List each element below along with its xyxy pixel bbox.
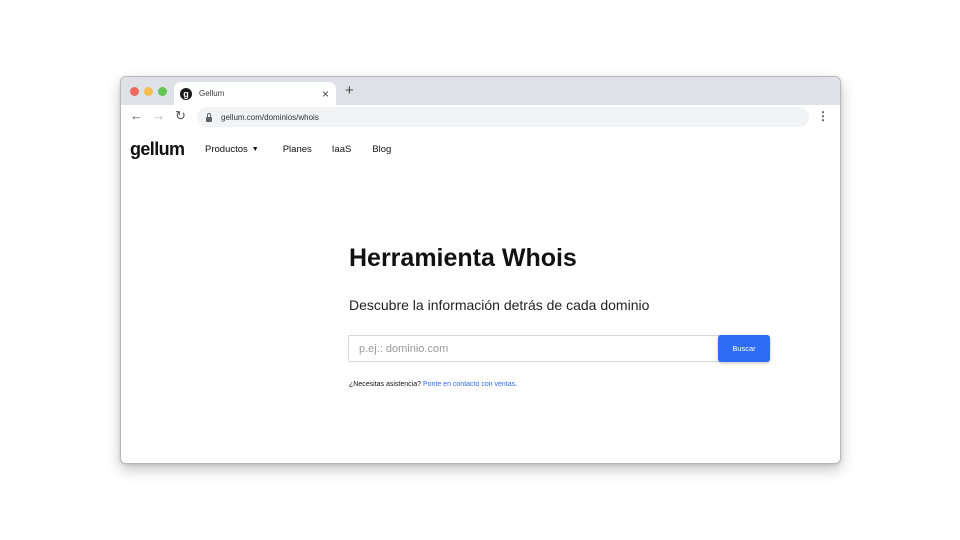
help-text: ¿Necesitas asistencia? Ponte en contacto…: [349, 381, 517, 388]
nav-item-iaas[interactable]: IaaS: [332, 144, 352, 155]
nav-item-label: Productos: [205, 144, 248, 155]
browser-toolbar: ← → ↻ gellum.com/dominios/whois ⋮: [121, 105, 840, 132]
main-nav: Productos ▼ Planes IaaS Blog: [205, 144, 391, 155]
kebab-menu-icon[interactable]: ⋮: [817, 110, 829, 122]
page-subtitle: Descubre la información detrás de cada d…: [349, 297, 650, 313]
close-tab-icon[interactable]: ×: [322, 88, 329, 100]
zoom-window-button[interactable]: [158, 87, 167, 96]
url-text: gellum.com/dominios/whois: [221, 112, 319, 122]
gellum-favicon-icon: g: [180, 87, 192, 100]
browser-window: g Gellum × + ← → ↻ gellum.com/dominios/w…: [120, 76, 841, 464]
close-window-button[interactable]: [130, 87, 139, 96]
chevron-down-icon: ▼: [251, 146, 259, 153]
nav-item-productos[interactable]: Productos ▼: [205, 144, 259, 155]
nav-item-blog[interactable]: Blog: [372, 144, 391, 155]
back-arrow-icon[interactable]: ←: [130, 109, 143, 122]
forward-arrow-icon[interactable]: →: [152, 109, 165, 122]
new-tab-icon[interactable]: +: [345, 83, 354, 98]
help-question: ¿Necesitas asistencia?: [349, 381, 421, 388]
contact-sales-link[interactable]: Ponte en contacto con ventas: [423, 381, 515, 388]
search-button[interactable]: Buscar: [718, 335, 770, 362]
domain-search-input[interactable]: [348, 335, 727, 362]
tab-title: Gellum: [199, 89, 225, 98]
tab-strip: g Gellum × +: [121, 77, 840, 105]
help-period: .: [515, 381, 518, 388]
page-title: Herramienta Whois: [349, 244, 577, 272]
minimize-window-button[interactable]: [144, 87, 153, 96]
gellum-logo[interactable]: gellum: [130, 139, 185, 160]
reload-icon[interactable]: ↻: [175, 109, 186, 122]
address-bar[interactable]: gellum.com/dominios/whois: [197, 107, 809, 127]
browser-tab[interactable]: g Gellum ×: [174, 82, 336, 105]
page-content: gellum Productos ▼ Planes IaaS Blog Herr…: [121, 132, 840, 463]
nav-item-planes[interactable]: Planes: [283, 144, 312, 155]
lock-icon: [206, 112, 212, 122]
